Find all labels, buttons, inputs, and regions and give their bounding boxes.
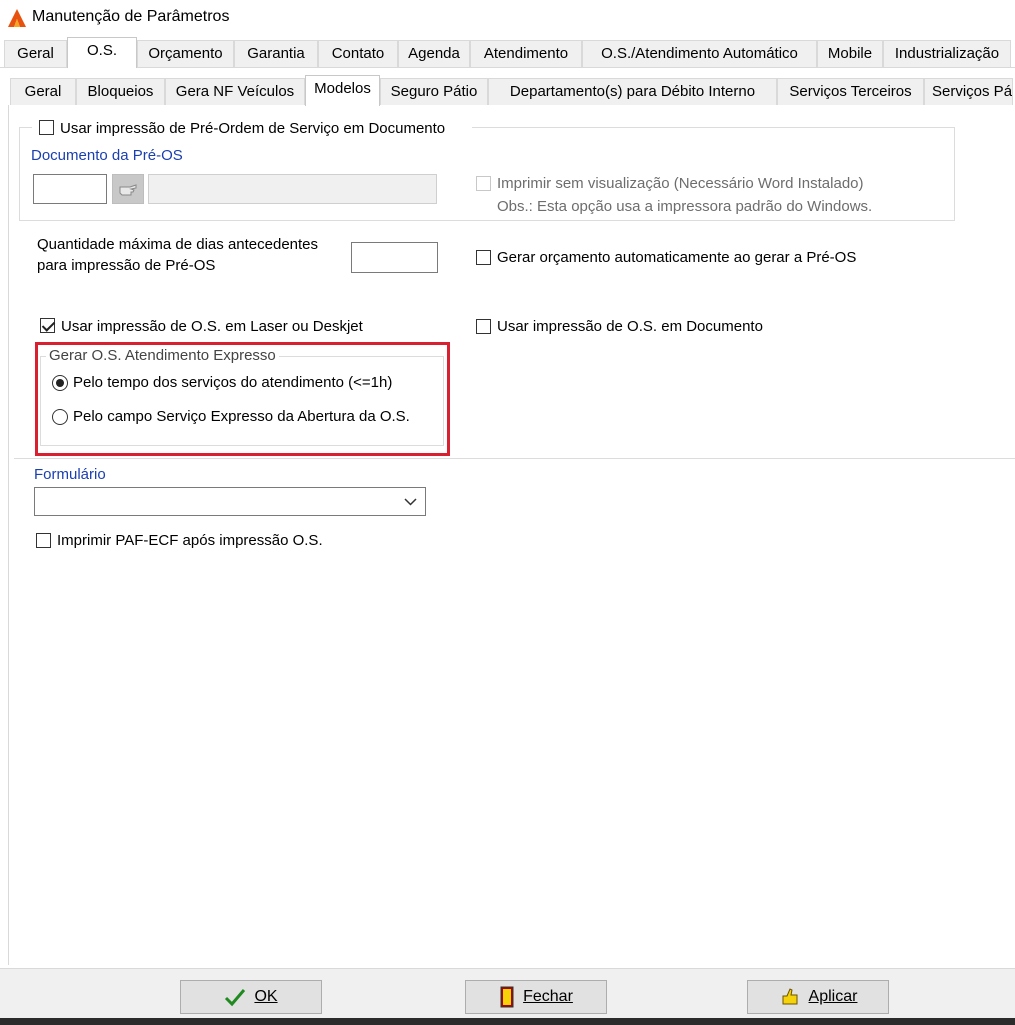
main-tabs: Geral O.S. Orçamento Garantia Contato Ag… (2, 37, 1015, 68)
tab-industrializacao[interactable]: Industrialização (883, 40, 1011, 67)
subtab-geral[interactable]: Geral (10, 78, 76, 105)
generate-budget-checkbox[interactable] (476, 250, 491, 265)
use-pre-os-document-label: Usar impressão de Pré-Ordem de Serviço e… (60, 120, 446, 137)
pre-os-document-label: Documento da Pré-OS (31, 147, 183, 164)
subtab-departamentos-debito-interno[interactable]: Departamento(s) para Débito Interno (488, 78, 777, 105)
print-without-preview-checkbox[interactable] (476, 176, 491, 191)
max-days-label-line2: para impressão de Pré-OS (37, 257, 216, 274)
close-button-label: Fechar (523, 988, 573, 1005)
tab-agenda[interactable]: Agenda (398, 40, 470, 67)
ok-button[interactable]: OK (180, 980, 322, 1014)
max-days-label-line1: Quantidade máxima de dias antecedentes (37, 236, 319, 253)
taskbar-strip (0, 1018, 1015, 1025)
chevron-down-icon (404, 498, 417, 506)
default-printer-note: Obs.: Esta opção usa a impressora padrão… (497, 198, 873, 215)
section-divider (14, 458, 1015, 459)
tab-os-atendimento-automatico[interactable]: O.S./Atendimento Automático (582, 40, 817, 67)
tab-os[interactable]: O.S. (67, 37, 137, 68)
tab-atendimento[interactable]: Atendimento (470, 40, 582, 67)
apply-button-label: Aplicar (808, 988, 858, 1005)
tab-mobile[interactable]: Mobile (817, 40, 883, 67)
apply-button[interactable]: Aplicar (747, 980, 889, 1014)
use-document-checkbox[interactable] (476, 319, 491, 334)
subtab-servicos-terceiros[interactable]: Serviços Terceiros (777, 78, 924, 105)
use-document-label: Usar impressão de O.S. em Documento (497, 318, 763, 335)
subtab-bloqueios[interactable]: Bloqueios (76, 78, 165, 105)
subtab-gera-nf-veiculos[interactable]: Gera NF Veículos (165, 78, 305, 105)
door-exit-icon (500, 986, 514, 1008)
tab-orcamento[interactable]: Orçamento (137, 40, 234, 67)
form-select[interactable] (34, 487, 426, 516)
app-logo-icon (8, 9, 26, 27)
lookup-button[interactable] (112, 174, 144, 204)
ok-button-label: OK (254, 988, 278, 1005)
window-title: Manutenção de Parâmetros (32, 8, 230, 25)
max-days-input[interactable] (351, 242, 438, 273)
print-paf-label: Imprimir PAF-ECF após impressão O.S. (57, 532, 323, 549)
form-label: Formulário (34, 466, 106, 483)
subtab-modelos[interactable]: Modelos (305, 75, 380, 106)
use-pre-os-document-checkbox[interactable] (39, 120, 54, 135)
generate-budget-label: Gerar orçamento automaticamente ao gerar… (497, 249, 857, 266)
title-bar: Manutenção de Parâmetros (0, 0, 1015, 36)
pre-os-document-code-input[interactable] (33, 174, 107, 204)
close-button[interactable]: Fechar (465, 980, 607, 1014)
subtab-seguro-patio[interactable]: Seguro Pátio (380, 78, 488, 105)
sub-tabs: Geral Bloqueios Gera NF Veículos Modelos… (8, 75, 1015, 106)
subtab-servicos-patio[interactable]: Serviços Pá (924, 78, 1013, 105)
use-laser-label: Usar impressão de O.S. em Laser ou Deskj… (61, 318, 363, 335)
tab-garantia[interactable]: Garantia (234, 40, 318, 67)
check-icon (225, 989, 246, 1007)
print-paf-checkbox[interactable] (36, 533, 51, 548)
thumbs-up-icon (782, 988, 798, 1005)
pre-os-document-name-input[interactable] (148, 174, 437, 204)
highlight-annotation (35, 342, 450, 456)
print-without-preview-label: Imprimir sem visualização (Necessário Wo… (497, 175, 864, 192)
use-laser-checkbox[interactable] (40, 318, 55, 333)
pointing-hand-icon (119, 184, 137, 196)
tab-geral[interactable]: Geral (4, 40, 67, 67)
tab-contato[interactable]: Contato (318, 40, 398, 67)
